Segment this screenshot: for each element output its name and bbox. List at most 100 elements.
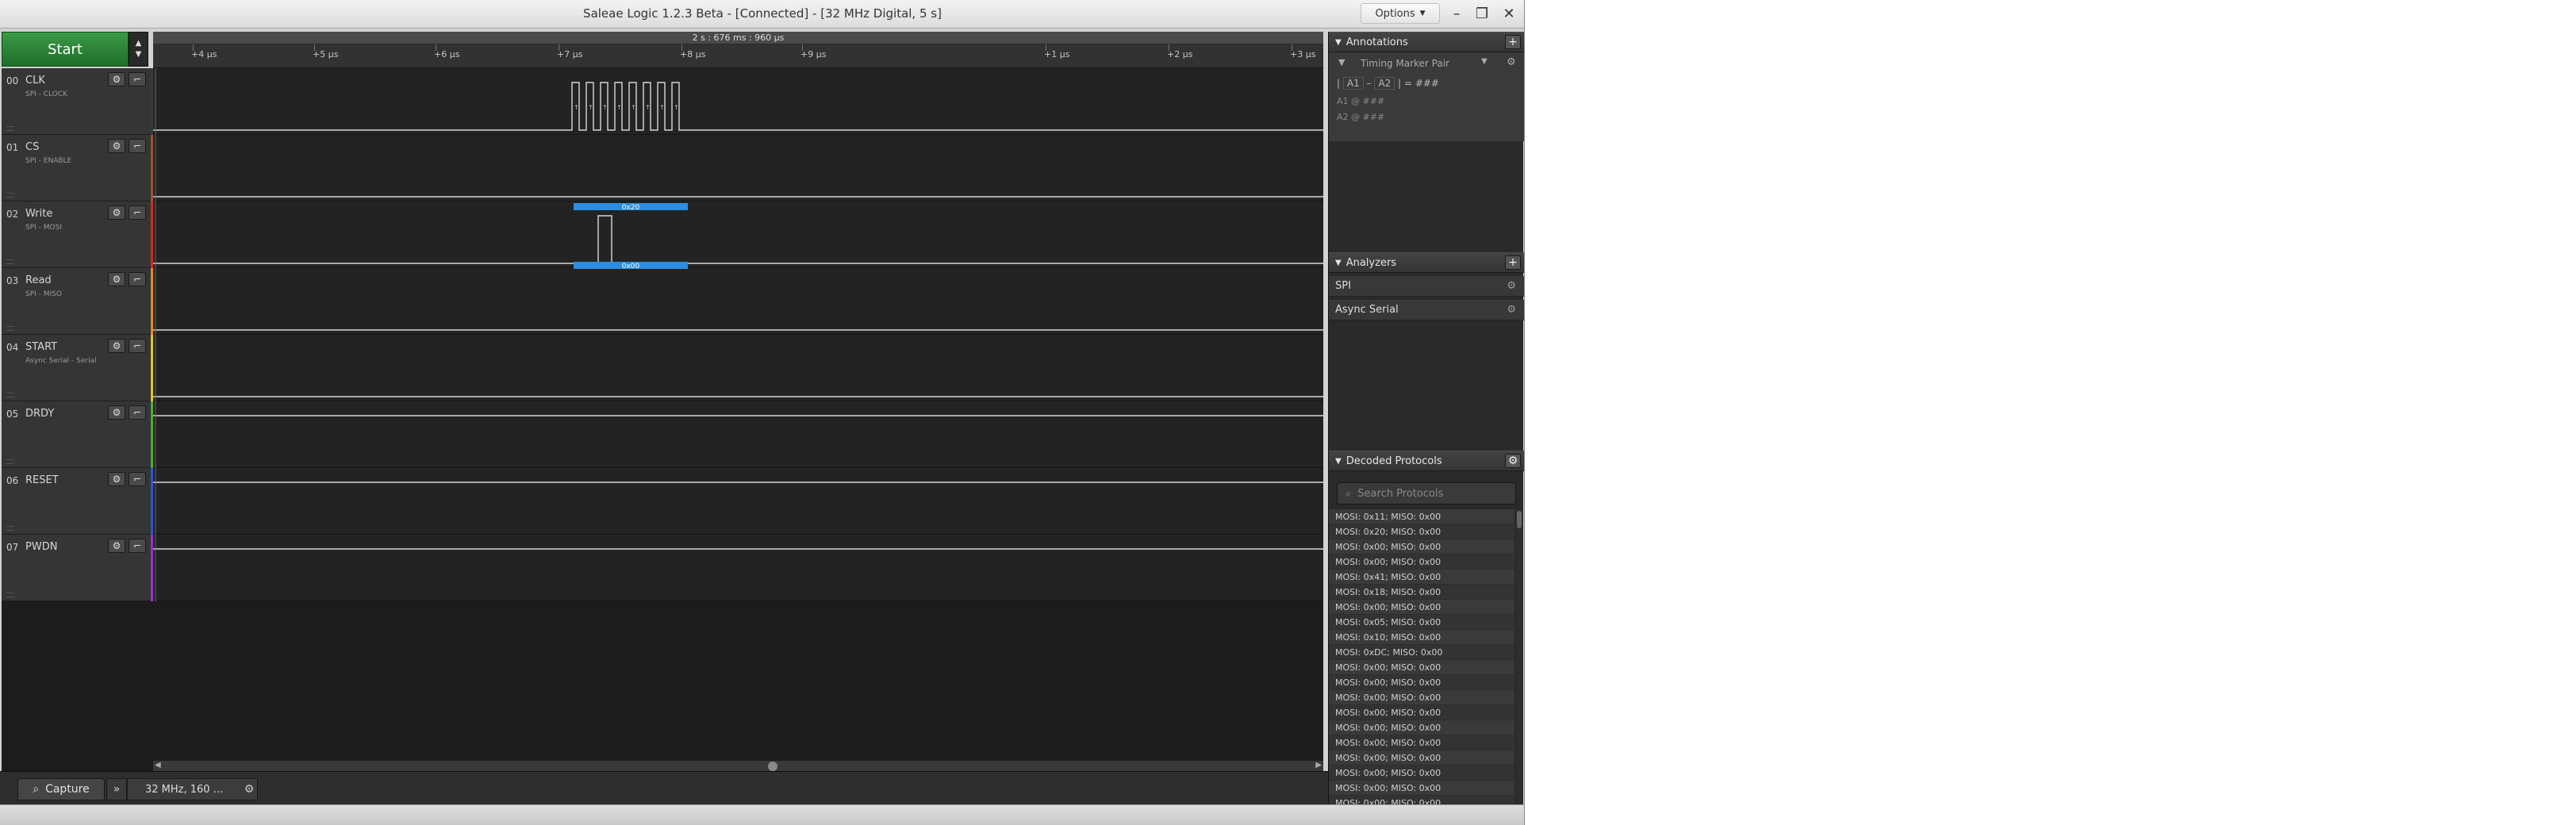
gear-icon[interactable]: ⚙ — [108, 272, 125, 286]
list-item[interactable]: MOSI: 0x00; MISO: 0x00 — [1329, 660, 1515, 675]
chevron-down-icon[interactable]: ▼ — [1481, 57, 1488, 66]
channel-row[interactable]: 02 Write SPI - MOSI ⚙ ⌐ — [2, 201, 155, 268]
scroll-left-icon[interactable]: ◀ — [155, 761, 161, 769]
list-item[interactable]: MOSI: 0x18; MISO: 0x00 — [1329, 585, 1515, 600]
channel-row[interactable]: 05 DRDY ⚙ ⌐ — [2, 401, 155, 468]
start-button[interactable]: Start — [2, 32, 129, 67]
channel-number: 04 — [6, 342, 19, 353]
protocols-scrollbar[interactable] — [1516, 509, 1522, 804]
decoded-protocols-header[interactable]: ▼ Decoded Protocols ⚙ — [1329, 451, 1524, 471]
options-button[interactable]: Options ▼ — [1361, 3, 1440, 24]
list-item[interactable]: MOSI: 0x00; MISO: 0x00 — [1329, 796, 1515, 804]
trigger-icon[interactable]: ⌐ — [129, 272, 146, 286]
list-item[interactable]: MOSI: 0x00; MISO: 0x00 — [1329, 554, 1515, 570]
ruler-tick-label: +7 μs — [557, 49, 583, 59]
list-item[interactable]: MOSI: 0x00; MISO: 0x00 — [1329, 781, 1515, 796]
gear-icon[interactable]: ⚙ — [108, 405, 125, 420]
list-item[interactable]: MOSI: 0x11; MISO: 0x00 — [1329, 509, 1515, 524]
channel-name[interactable]: Read — [25, 274, 52, 286]
analyzer-item-spi[interactable]: SPI ⚙ — [1329, 276, 1524, 297]
gear-icon[interactable]: ⚙ — [108, 472, 125, 486]
trigger-icon[interactable]: ⌐ — [129, 539, 146, 553]
miso-decode-label: 0x00 — [622, 263, 640, 271]
capture-tab[interactable]: ⌕ Capture — [17, 778, 105, 800]
channel-name[interactable]: DRDY — [25, 408, 54, 420]
channel-name[interactable]: START — [25, 341, 57, 353]
gear-icon[interactable]: ⚙ — [108, 139, 125, 153]
add-analyzer-button[interactable]: + — [1505, 255, 1521, 270]
list-item[interactable]: MOSI: 0x00; MISO: 0x00 — [1329, 690, 1515, 705]
drag-handle-icon[interactable] — [6, 193, 14, 198]
search-protocols-input[interactable]: ⌕ Search Protocols — [1337, 482, 1516, 505]
analyzers-header[interactable]: ▼ Analyzers + — [1329, 252, 1524, 273]
waveform-area[interactable]: 2 s : 676 ms : 960 μs +4 μs +5 μs +6 μs +7 … — [153, 32, 1323, 601]
drag-handle-icon[interactable] — [6, 593, 14, 597]
list-item[interactable]: MOSI: 0x00; MISO: 0x00 — [1329, 750, 1515, 766]
minimize-button[interactable]: – — [1442, 3, 1471, 24]
list-item[interactable]: MOSI: 0x00; MISO: 0x00 — [1329, 539, 1515, 554]
list-item[interactable]: MOSI: 0x00; MISO: 0x00 — [1329, 600, 1515, 615]
analyzer-item-async-serial[interactable]: Async Serial ⚙ — [1329, 300, 1524, 320]
channel-row[interactable]: 07 PWDN ⚙ ⌐ — [2, 535, 155, 601]
gear-icon[interactable]: ⚙ — [240, 778, 259, 800]
restore-button[interactable]: ❐ — [1468, 3, 1496, 24]
list-item[interactable]: MOSI: 0xDC; MISO: 0x00 — [1329, 645, 1515, 660]
start-options-button[interactable]: ▲ ▼ — [129, 32, 148, 67]
gear-icon[interactable]: ⚙ — [1505, 454, 1521, 468]
channel-lane — [153, 201, 1323, 267]
drag-handle-icon[interactable] — [6, 459, 14, 464]
trigger-icon[interactable]: ⌐ — [129, 472, 146, 486]
list-item[interactable]: MOSI: 0x00; MISO: 0x00 — [1329, 766, 1515, 781]
list-item[interactable]: MOSI: 0x41; MISO: 0x00 — [1329, 570, 1515, 585]
drag-handle-icon[interactable] — [6, 259, 14, 264]
list-item[interactable]: MOSI: 0x00; MISO: 0x00 — [1329, 735, 1515, 750]
gear-icon[interactable]: ⚙ — [1507, 280, 1516, 292]
channel-row[interactable]: 06 RESET ⚙ ⌐ — [2, 468, 155, 535]
channel-name[interactable]: CS — [25, 141, 39, 153]
channel-name[interactable]: Write — [25, 208, 52, 220]
trigger-icon[interactable]: ⌐ — [129, 139, 146, 153]
channel-row[interactable]: 04 START Async Serial - Serial ⚙ ⌐ — [2, 335, 155, 401]
gear-icon[interactable]: ⚙ — [108, 339, 125, 353]
timing-marker-row[interactable]: ▼ Timing Marker Pair ▼ ⚙ — [1329, 56, 1524, 71]
time-ruler[interactable]: +4 μs +5 μs +6 μs +7 μs +8 μs +9 μs +1 μs +2 μs… — [153, 44, 1323, 68]
channel-row[interactable]: 01 CS SPI - ENABLE ⚙ ⌐ — [2, 135, 155, 201]
waveform-canvas[interactable]: ↑ ↑ ↑ ↑ ↑ ↑ ↑ ↑ 0x20 0x00 — [153, 68, 1323, 601]
trigger-icon[interactable]: ⌐ — [129, 72, 146, 86]
scroll-thumb[interactable] — [1517, 511, 1522, 528]
channel-row[interactable]: 03 Read SPI - MISO ⚙ ⌐ — [2, 268, 155, 335]
gear-icon[interactable]: ⚙ — [1507, 56, 1516, 68]
drag-handle-icon[interactable] — [6, 526, 14, 531]
gear-icon[interactable]: ⚙ — [108, 205, 125, 220]
channel-name[interactable]: RESET — [25, 474, 59, 486]
list-item[interactable]: MOSI: 0x00; MISO: 0x00 — [1329, 675, 1515, 690]
trigger-icon[interactable]: ⌐ — [129, 339, 146, 353]
clk-edge-marker: ↑ — [588, 104, 593, 111]
decoded-protocols-list[interactable]: MOSI: 0x11; MISO: 0x00 MOSI: 0x20; MISO: … — [1329, 509, 1515, 804]
channel-name[interactable]: PWDN — [25, 541, 57, 553]
close-button[interactable]: ✕ — [1495, 3, 1523, 24]
drag-handle-icon[interactable] — [6, 393, 14, 397]
list-item[interactable]: MOSI: 0x00; MISO: 0x00 — [1329, 705, 1515, 720]
drag-handle-icon[interactable] — [6, 126, 14, 131]
channel-row[interactable]: 00 CLK SPI - CLOCK ⚙ ⌐ — [2, 68, 155, 135]
list-item[interactable]: MOSI: 0x20; MISO: 0x00 — [1329, 524, 1515, 539]
time-header: 2 s : 676 ms : 960 μs — [153, 32, 1323, 44]
sample-rate-field[interactable]: 32 MHz, 160 ... — [127, 778, 258, 800]
annotations-header[interactable]: ▼ Annotations + — [1329, 32, 1524, 52]
double-chevron-icon[interactable]: » — [106, 778, 127, 800]
add-annotation-button[interactable]: + — [1505, 35, 1521, 49]
scroll-thumb[interactable] — [768, 762, 777, 771]
list-item[interactable]: MOSI: 0x10; MISO: 0x00 — [1329, 630, 1515, 645]
list-item[interactable]: MOSI: 0x00; MISO: 0x00 — [1329, 720, 1515, 735]
gear-icon[interactable]: ⚙ — [1507, 304, 1516, 316]
gear-icon[interactable]: ⚙ — [108, 539, 125, 553]
scroll-right-icon[interactable]: ▶ — [1315, 761, 1322, 769]
drag-handle-icon[interactable] — [6, 326, 14, 331]
gear-icon[interactable]: ⚙ — [108, 72, 125, 86]
trigger-icon[interactable]: ⌐ — [129, 205, 146, 220]
channel-name[interactable]: CLK — [25, 75, 45, 86]
list-item[interactable]: MOSI: 0x05; MISO: 0x00 — [1329, 615, 1515, 630]
horizontal-scrollbar[interactable]: ◀ ▶ — [153, 760, 1323, 771]
trigger-icon[interactable]: ⌐ — [129, 405, 146, 420]
